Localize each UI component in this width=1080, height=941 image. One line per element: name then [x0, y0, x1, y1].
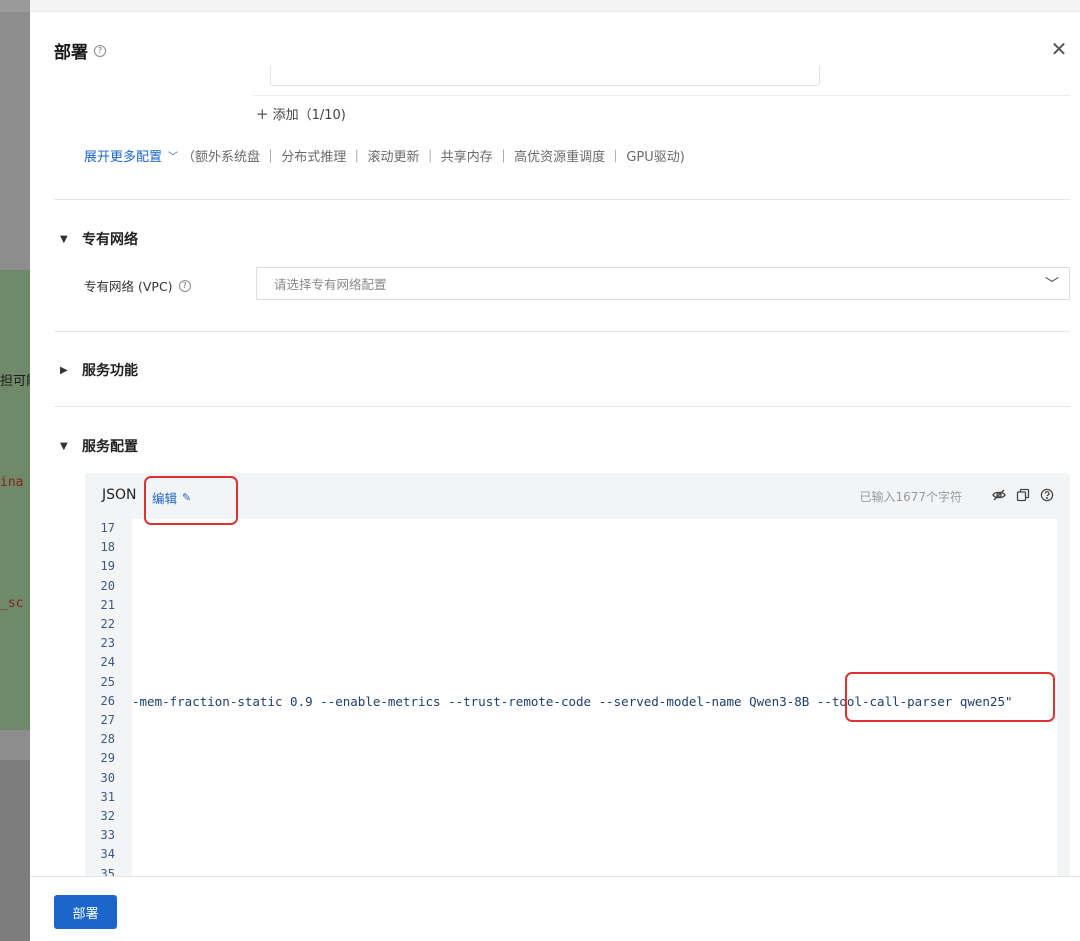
- line-number: 24: [100, 655, 115, 670]
- vpc-label-text: 专有网络 (VPC): [84, 279, 173, 294]
- expand-more-config-link[interactable]: 展开更多配置: [84, 146, 162, 165]
- section-service-config-header[interactable]: ▼ 服务配置: [60, 436, 138, 456]
- section-service-features-title: 服务功能: [82, 363, 138, 379]
- code-line: -mem-fraction-static 0.9 --enable-metric…: [132, 693, 1013, 709]
- section-vpc-title: 专有网络: [82, 232, 138, 248]
- close-icon[interactable]: ✕: [1048, 37, 1070, 61]
- caret-down-icon: ▼: [60, 233, 68, 245]
- bg-strip: [0, 760, 30, 941]
- json-editor: JSON 编辑 ✎ 已输入1677个字符 17 18 19 20 21 22 2…: [85, 473, 1070, 893]
- question-circle-icon[interactable]: ?: [178, 279, 191, 292]
- json-toolbar: [991, 487, 1054, 502]
- json-editor-header: JSON 编辑 ✎ 已输入1677个字符: [85, 473, 1070, 517]
- bg-strip: [0, 0, 30, 12]
- section-service-features-header[interactable]: ▶ 服务功能: [60, 360, 138, 380]
- drawer-title: 部署: [54, 43, 88, 63]
- line-number: 25: [100, 674, 115, 689]
- line-number: 20: [100, 578, 115, 593]
- add-label: 添加（1/10): [272, 108, 346, 123]
- line-number: 18: [100, 540, 115, 555]
- code-pane[interactable]: -mem-fraction-static 0.9 --enable-metric…: [132, 519, 1057, 893]
- line-number: 30: [100, 770, 115, 785]
- bg-text-fragment: _sc: [0, 596, 24, 611]
- drawer-top-edge: [30, 0, 1080, 12]
- line-number: 32: [100, 809, 115, 823]
- drawer-footer: 部署: [30, 876, 1080, 941]
- plus-icon: +: [256, 104, 269, 123]
- divider: [252, 95, 1070, 96]
- line-number: 29: [100, 751, 115, 766]
- line-number: 22: [100, 617, 115, 631]
- eye-off-icon[interactable]: [991, 487, 1006, 502]
- add-button[interactable]: + 添加（1/10): [256, 104, 346, 124]
- pencil-icon: ✎: [182, 491, 192, 504]
- char-count: 已输入1677个字符: [859, 490, 962, 504]
- question-circle-icon[interactable]: [1039, 487, 1054, 502]
- vpc-select-placeholder: 请选择专有网络配置: [274, 277, 387, 292]
- question-circle-icon[interactable]: ?: [94, 44, 106, 57]
- caret-right-icon: ▶: [60, 364, 68, 376]
- vpc-select[interactable]: 请选择专有网络配置 ﹀: [256, 267, 1070, 300]
- line-number: 21: [100, 597, 115, 612]
- chevron-down-icon: ﹀: [1045, 277, 1059, 293]
- caret-down-icon: ▼: [60, 440, 68, 452]
- more-config-row: 展开更多配置 ﹀ （额外系统盘 ｜ 分布式推理 ｜ 滚动更新 ｜ 共享内存 ｜ …: [84, 146, 685, 165]
- section-divider: [54, 199, 1070, 200]
- chevron-down-icon[interactable]: ﹀: [168, 148, 178, 163]
- section-service-config-title: 服务配置: [82, 439, 138, 455]
- json-title: JSON: [102, 487, 137, 503]
- more-config-items: （额外系统盘 ｜ 分布式推理 ｜ 滚动更新 ｜ 共享内存 ｜ 高优资源重调度 ｜…: [182, 150, 685, 165]
- json-edit-label: 编辑: [152, 491, 178, 506]
- section-divider: [54, 406, 1070, 407]
- bg-text-fragment: 担可能: [0, 374, 30, 389]
- line-number: 27: [100, 713, 115, 727]
- line-number: 19: [100, 559, 115, 574]
- section-vpc-header[interactable]: ▼ 专有网络: [60, 229, 138, 249]
- line-number: 23: [100, 636, 115, 651]
- section-divider: [54, 331, 1070, 332]
- drawer-header: 部署 ?: [54, 38, 106, 63]
- deploy-drawer: 部署 ? ✕ + 添加（1/10) 展开更多配置 ﹀ （额外系统盘 ｜ 分布式推…: [30, 0, 1080, 941]
- json-code-area[interactable]: 17 18 19 20 21 22 23 24 25 26 27 28 29 30 31 32 33 34 35 -…: [85, 517, 1070, 893]
- line-number: 31: [100, 789, 115, 804]
- vpc-field-label: 专有网络 (VPC) ?: [84, 276, 191, 295]
- line-number: 33: [100, 828, 115, 843]
- bg-strip: [0, 270, 30, 730]
- line-number: 26: [100, 693, 115, 708]
- json-edit-button[interactable]: 编辑 ✎: [152, 488, 191, 507]
- deploy-button[interactable]: 部署: [54, 895, 117, 929]
- line-number: 34: [100, 847, 115, 862]
- line-number: 17: [100, 521, 115, 535]
- line-number: 28: [100, 732, 115, 747]
- line-number-gutter: 17 18 19 20 21 22 23 24 25 26 27 28 29 30 31 32 33 34 35: [85, 517, 131, 893]
- copy-icon[interactable]: [1015, 487, 1030, 502]
- input-field-remnant[interactable]: [270, 66, 820, 86]
- background-page: 担可能 ina _sc: [0, 0, 30, 941]
- bg-text-fragment: ina: [0, 475, 24, 490]
